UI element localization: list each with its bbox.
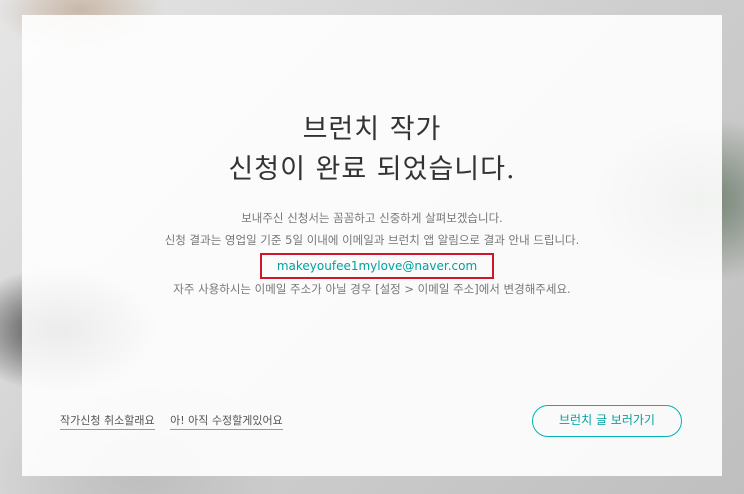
- description-line-2: 신청 결과는 영업일 기준 5일 이내에 이메일과 브런치 앱 알림으로 결과 …: [164, 233, 580, 247]
- secondary-links: 작가신청 취소할래요 아! 아직 수정할게있어요: [60, 412, 295, 430]
- title-line-1: 브런치 작가: [302, 114, 442, 145]
- email-address: makeyoufee1mylove@naver.com: [276, 259, 478, 273]
- title-line-2: 신청이 완료 되었습니다.: [228, 154, 516, 185]
- cancel-application-link[interactable]: 작가신청 취소할래요: [60, 412, 155, 430]
- page-title: 브런치 작가 신청이 완료 되었습니다.: [22, 110, 722, 190]
- completion-card: 브런치 작가 신청이 완료 되었습니다. 보내주신 신청서는 꼼꼼하고 신중하게…: [22, 15, 722, 476]
- view-brunch-posts-button[interactable]: 브런치 글 보러가기: [532, 405, 682, 437]
- edit-application-link[interactable]: 아! 아직 수정할게있어요: [170, 412, 283, 430]
- description: 보내주신 신청서는 꼼꼼하고 신중하게 살펴보겠습니다. 신청 결과는 영업일 …: [22, 207, 722, 251]
- description-line-1: 보내주신 신청서는 꼼꼼하고 신중하게 살펴보겠습니다.: [241, 211, 503, 225]
- email-change-note: 자주 사용하시는 이메일 주소가 아닐 경우 [설정 > 이메일 주소]에서 변…: [173, 282, 571, 296]
